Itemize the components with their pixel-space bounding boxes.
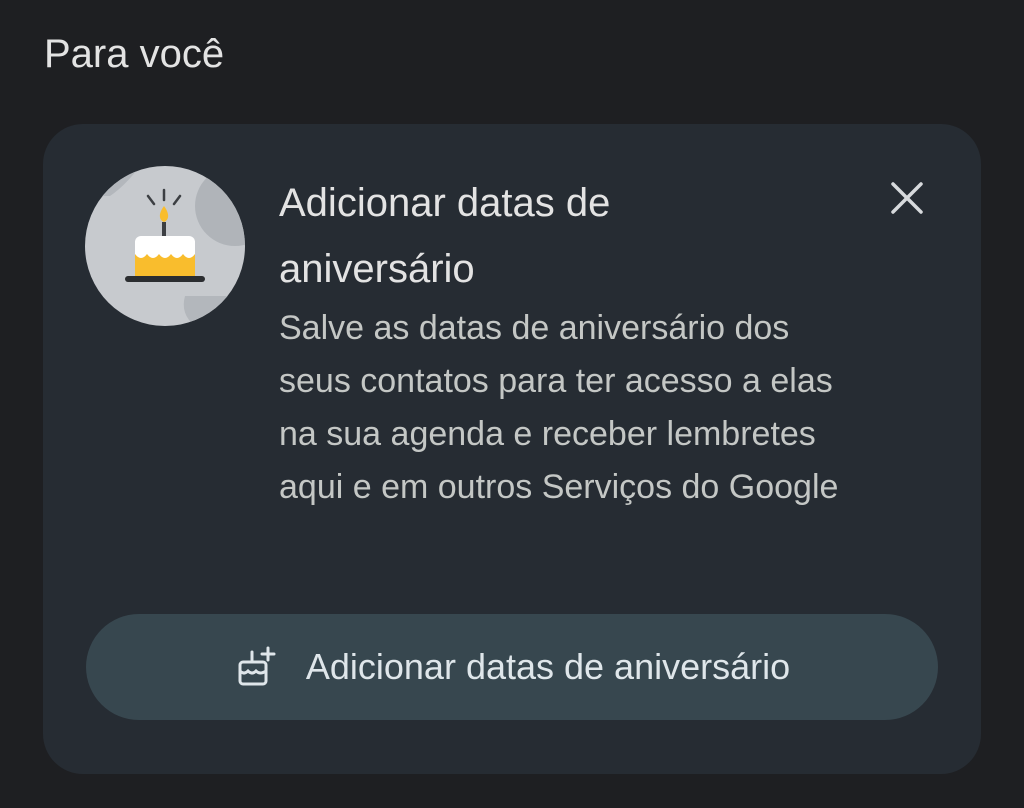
card-title: Adicionar datas de aniversário <box>279 181 611 291</box>
add-cake-icon <box>234 644 280 690</box>
card-description: Salve as datas de aniversário dos seus c… <box>279 309 839 506</box>
birthday-cake-icon <box>85 166 245 326</box>
add-birthdays-button-label: Adicionar datas de aniversário <box>305 646 791 687</box>
birthday-promo-card: Adicionar datas de aniversário Salve as … <box>43 124 981 774</box>
section-title: Para você <box>44 32 225 76</box>
add-birthdays-button[interactable]: Adicionar datas de aniversário <box>86 614 938 720</box>
close-button[interactable] <box>879 170 935 226</box>
close-icon <box>891 182 923 214</box>
